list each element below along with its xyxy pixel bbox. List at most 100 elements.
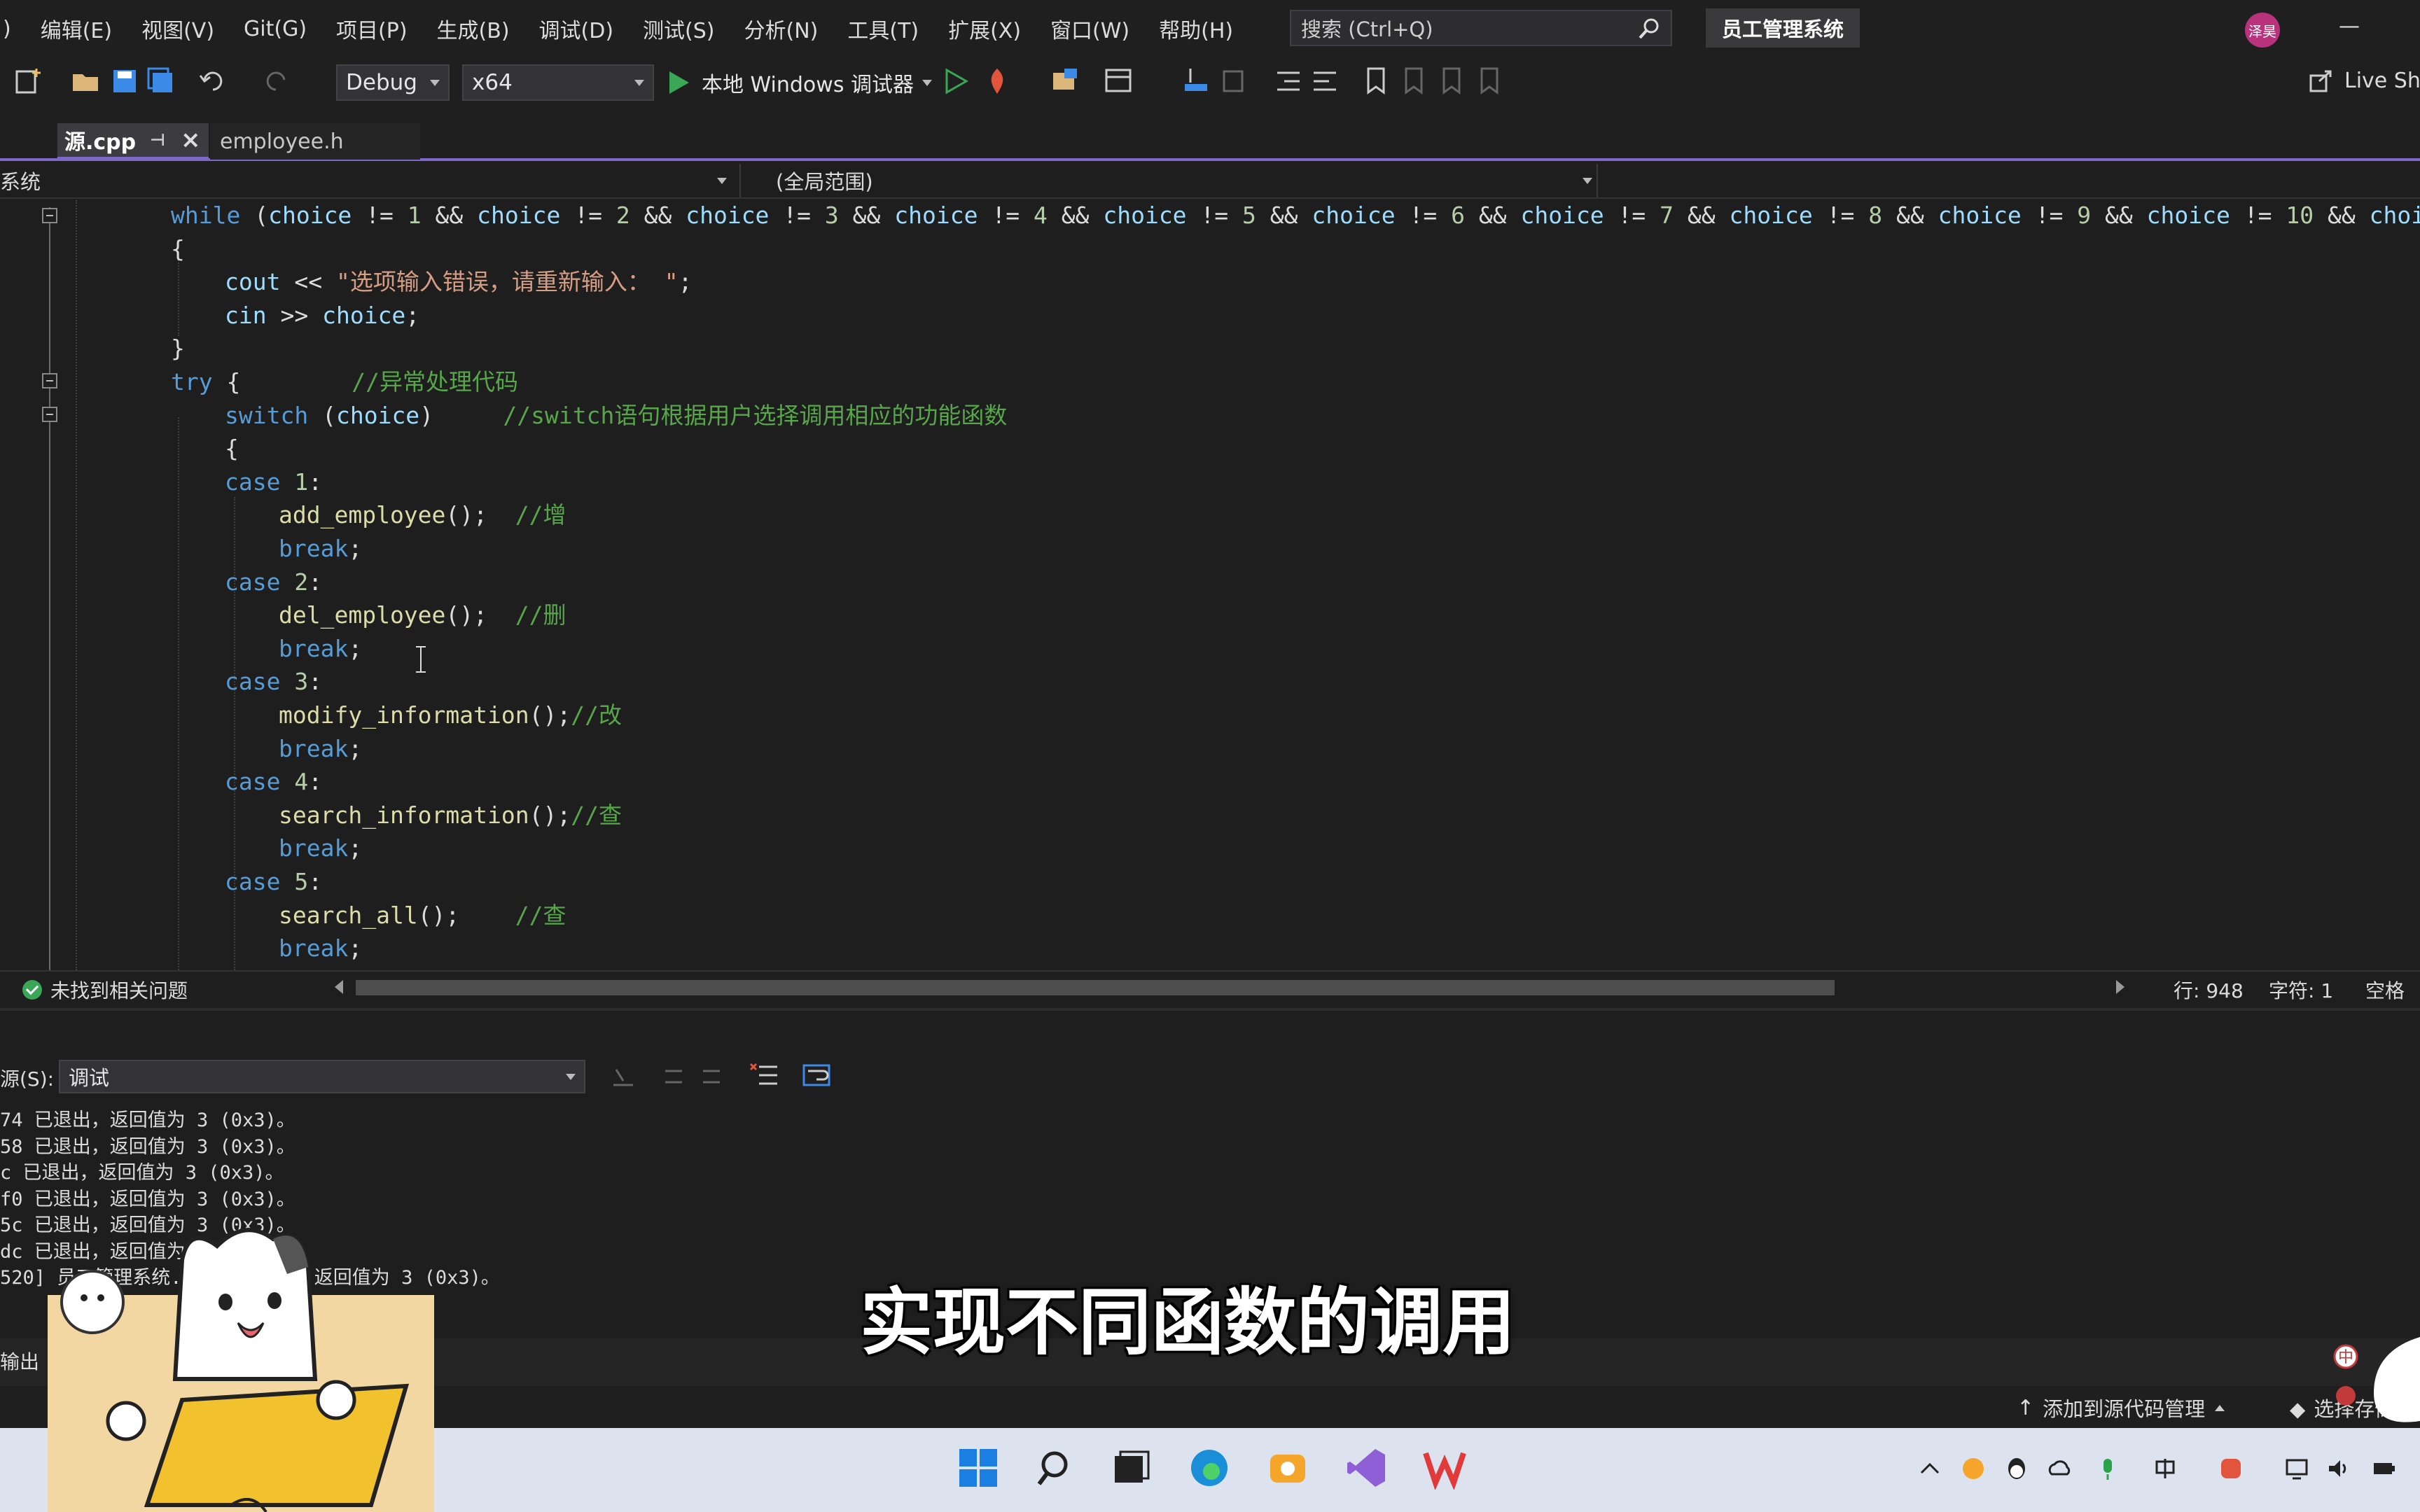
save-icon[interactable] (109, 66, 140, 97)
chevron-up-icon[interactable] (1917, 1456, 1942, 1481)
step-icon[interactable] (1181, 66, 1211, 97)
step-out-icon[interactable] (1218, 66, 1249, 97)
prev-message-icon[interactable] (660, 1063, 688, 1091)
indent-icon[interactable] (1273, 66, 1304, 97)
open-folder-icon[interactable] (70, 66, 101, 97)
prev-bookmark-icon[interactable] (1399, 66, 1430, 97)
whitespace-mode[interactable]: 空格 (2365, 976, 2405, 1004)
undo-icon[interactable] (197, 66, 228, 97)
menu-item[interactable]: 视图(V) (141, 13, 214, 44)
volume-icon[interactable] (2326, 1456, 2351, 1481)
hot-reload-icon[interactable] (982, 66, 1013, 97)
redo-icon[interactable] (260, 66, 291, 97)
collapse-icon[interactable] (42, 407, 57, 422)
ime-floating-icon[interactable]: 中 (2332, 1337, 2420, 1428)
layout-icon[interactable] (1104, 66, 1134, 97)
menu-item[interactable]: 工具(T) (847, 13, 919, 44)
code-line[interactable]: add_employee(); //增 (279, 498, 566, 532)
menu-item[interactable]: 帮助(H) (1159, 13, 1233, 44)
search-icon[interactable] (1035, 1446, 1078, 1490)
close-icon[interactable]: × (181, 126, 201, 154)
solution-explorer-icon[interactable] (1050, 66, 1081, 97)
next-bookmark-icon[interactable] (1437, 66, 1468, 97)
code-line[interactable]: modify_information();//改 (279, 699, 622, 732)
code-line[interactable]: break; (279, 532, 362, 566)
project-dropdown[interactable]: 系统 (0, 164, 741, 197)
menu-item[interactable]: Git(G) (244, 17, 307, 41)
code-line[interactable]: cout << "选项输入错误，请重新输入： "; (225, 265, 692, 299)
code-line[interactable]: try { //异常处理代码 (171, 365, 518, 399)
scroll-right-icon[interactable] (2116, 980, 2125, 994)
scrollbar-thumb[interactable] (356, 980, 1835, 995)
code-line[interactable]: break; (279, 932, 362, 965)
wps-office-icon[interactable] (1423, 1446, 1466, 1490)
menu-item[interactable]: 编辑(E) (41, 13, 112, 44)
battery-icon[interactable] (2371, 1456, 2396, 1481)
code-line[interactable]: break; (279, 732, 362, 766)
windows-start-icon[interactable] (957, 1446, 1000, 1490)
menu-item[interactable]: 生成(B) (437, 13, 510, 44)
display-icon[interactable] (2284, 1456, 2309, 1481)
scope-dropdown[interactable]: (全局范围) (744, 164, 1598, 197)
tab-output[interactable]: 输出 (0, 1347, 39, 1375)
new-project-icon[interactable] (13, 66, 43, 97)
code-line[interactable]: del_employee(); //删 (279, 598, 566, 632)
code-line[interactable]: case 2: (225, 566, 322, 599)
code-line[interactable]: case 3: (225, 665, 322, 699)
code-line[interactable]: search_information();//查 (279, 799, 622, 832)
tray-app-icon[interactable] (1961, 1456, 1986, 1481)
live-share-button[interactable]: Live Sh (2308, 67, 2420, 94)
collapse-icon[interactable] (42, 208, 57, 223)
pin-icon[interactable]: ⊣ (150, 130, 165, 150)
clear-bookmarks-icon[interactable] (1475, 66, 1505, 97)
menu-item[interactable]: 项目(P) (336, 13, 408, 44)
menu-item[interactable]: 测试(S) (643, 13, 714, 44)
code-line[interactable]: break; (279, 832, 362, 865)
clear-all-icon[interactable] (749, 1060, 780, 1091)
start-debugger-button[interactable]: 本地 Windows 调试器 (667, 64, 932, 101)
code-line[interactable]: break; (279, 632, 362, 666)
column-number[interactable]: 字符: 1 (2269, 976, 2333, 1004)
onedrive-icon[interactable] (2047, 1456, 2073, 1481)
avatar[interactable]: 泽昊 (2245, 13, 2280, 48)
search-input[interactable]: 搜索 (Ctrl+Q) (1290, 10, 1672, 46)
edge-browser-icon[interactable] (1188, 1446, 1231, 1490)
word-wrap-icon[interactable] (801, 1060, 832, 1091)
menu-item[interactable]: 窗口(W) (1050, 13, 1129, 44)
menu-item[interactable]: ) (3, 17, 11, 41)
task-view-icon[interactable] (1109, 1446, 1153, 1490)
issues-indicator[interactable]: 未找到相关问题 (22, 976, 188, 1004)
code-line[interactable]: case 5: (225, 865, 322, 899)
platform-select[interactable]: x64 (462, 64, 654, 101)
code-line[interactable]: case 1: (225, 465, 322, 499)
menu-item[interactable]: 扩展(X) (948, 13, 1021, 44)
input-method-icon[interactable] (2153, 1456, 2178, 1481)
add-to-source-control-button[interactable]: ↑ 添加到源代码管理 (2017, 1393, 2225, 1422)
collapse-icon[interactable] (42, 373, 57, 388)
media-player-icon[interactable] (1266, 1446, 1309, 1490)
code-line[interactable]: switch (choice) //switch语句根据用户选择调用相应的功能函… (225, 399, 1007, 433)
minimize-button[interactable]: — (2339, 14, 2364, 42)
menu-item[interactable]: 分析(N) (744, 13, 819, 44)
qq-icon[interactable] (2004, 1456, 2029, 1481)
microphone-icon[interactable] (2095, 1456, 2120, 1481)
tab-source-cpp[interactable]: 源.cpp ⊣ × (57, 123, 209, 160)
find-icon[interactable] (609, 1063, 637, 1091)
outdent-icon[interactable] (1309, 66, 1340, 97)
output-source-select[interactable]: 调试 (59, 1060, 585, 1093)
code-line[interactable]: cin >> choice; (225, 299, 419, 332)
code-line[interactable]: while (choice != 1 && choice != 2 && cho… (171, 199, 2420, 232)
code-line[interactable]: search_all(); //查 (279, 899, 566, 932)
bookmark-icon[interactable] (1361, 66, 1392, 97)
next-message-icon[interactable] (697, 1063, 725, 1091)
code-line[interactable]: { (171, 232, 185, 266)
sogou-icon[interactable] (2218, 1456, 2244, 1481)
save-all-icon[interactable] (146, 66, 176, 97)
configuration-select[interactable]: Debug (336, 64, 450, 101)
menu-item[interactable]: 调试(D) (539, 13, 614, 44)
scroll-left-icon[interactable] (335, 980, 343, 994)
code-line[interactable]: } (171, 332, 185, 365)
solution-name[interactable]: 员工管理系统 (1706, 8, 1860, 48)
visual-studio-icon[interactable] (1344, 1446, 1388, 1490)
code-line[interactable]: case 4: (225, 765, 322, 799)
